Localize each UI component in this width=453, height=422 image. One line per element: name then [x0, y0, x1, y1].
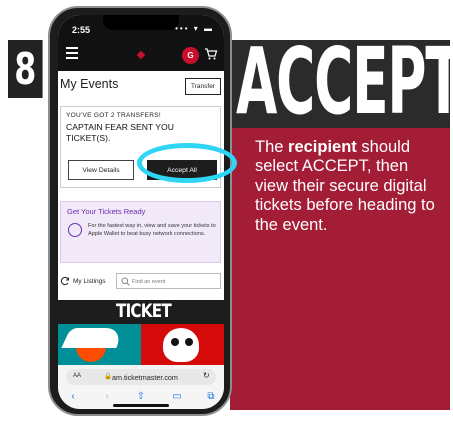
menu-icon[interactable] [66, 47, 78, 62]
event-search[interactable] [116, 273, 221, 289]
page-title: My Events [60, 77, 119, 91]
view-details-button[interactable]: View Details [68, 160, 134, 180]
ticket-banner[interactable]: TICKET [58, 300, 224, 366]
reload-icon[interactable]: ↻ [203, 371, 210, 380]
transfer-message: CAPTAIN FEAR SENT YOU TICKET(S). [66, 122, 174, 143]
instruction-text: The recipient should select ACCEPT, then… [255, 138, 435, 235]
url-text: am.ticketmaster.com [112, 372, 178, 382]
url-bar[interactable]: AA 🔒 am.ticketmaster.com ↻ [66, 369, 216, 385]
cart-icon[interactable] [204, 47, 218, 61]
accept-highlight-ring [137, 143, 237, 183]
my-listings-label[interactable]: My Listings [73, 278, 106, 285]
status-bar: 2:55 ••• ▾ ▬ [58, 15, 224, 39]
team-logo-buccaneers [141, 324, 224, 366]
status-time: 2:55 [72, 25, 91, 35]
bookmarks-icon[interactable]: ▭ [170, 390, 184, 404]
search-input[interactable] [132, 276, 218, 287]
phone-notch [103, 15, 179, 30]
headline-accept: ACCEPT [236, 28, 453, 135]
status-icons: ••• ▾ ▬ [175, 24, 214, 33]
forward-icon[interactable]: › [100, 390, 114, 404]
avatar[interactable]: G [182, 47, 199, 64]
instruction-prefix: The [255, 138, 289, 156]
listings-row: My Listings [60, 272, 222, 292]
wallet-body: For the fastest way in, view and save yo… [88, 223, 216, 237]
phone-screen: 2:55 ••• ▾ ▬ G My Events Transfer YOU'VE… [58, 15, 224, 409]
transfer-count-label: YOU'VE GOT 2 TRANSFERS! [66, 112, 161, 119]
team-logo-dolphins [58, 324, 141, 366]
lock-icon: 🔒 [104, 373, 113, 380]
brand-logo-icon [136, 50, 146, 60]
app-header: G [58, 39, 224, 71]
browser-toolbar: AA 🔒 am.ticketmaster.com ↻ ‹ › ⇧ ▭ ⧉ [58, 365, 224, 409]
share-icon[interactable]: ⇧ [134, 390, 148, 404]
wallet-card[interactable]: Get Your Tickets Ready For the fastest w… [60, 201, 221, 263]
back-icon[interactable]: ‹ [66, 390, 80, 404]
instruction-emphasis: recipient [288, 138, 357, 156]
home-indicator [113, 404, 169, 407]
wallet-ticket-icon [68, 223, 82, 237]
wallet-title: Get Your Tickets Ready [67, 207, 146, 216]
ticket-banner-title: TICKET [116, 300, 172, 322]
tabs-icon[interactable]: ⧉ [204, 390, 218, 404]
step-number-badge: 8 [8, 40, 43, 98]
search-icon [121, 277, 130, 286]
text-size-button[interactable]: AA [73, 373, 81, 379]
transfer-button[interactable]: Transfer [185, 78, 221, 95]
sync-icon [60, 276, 69, 286]
